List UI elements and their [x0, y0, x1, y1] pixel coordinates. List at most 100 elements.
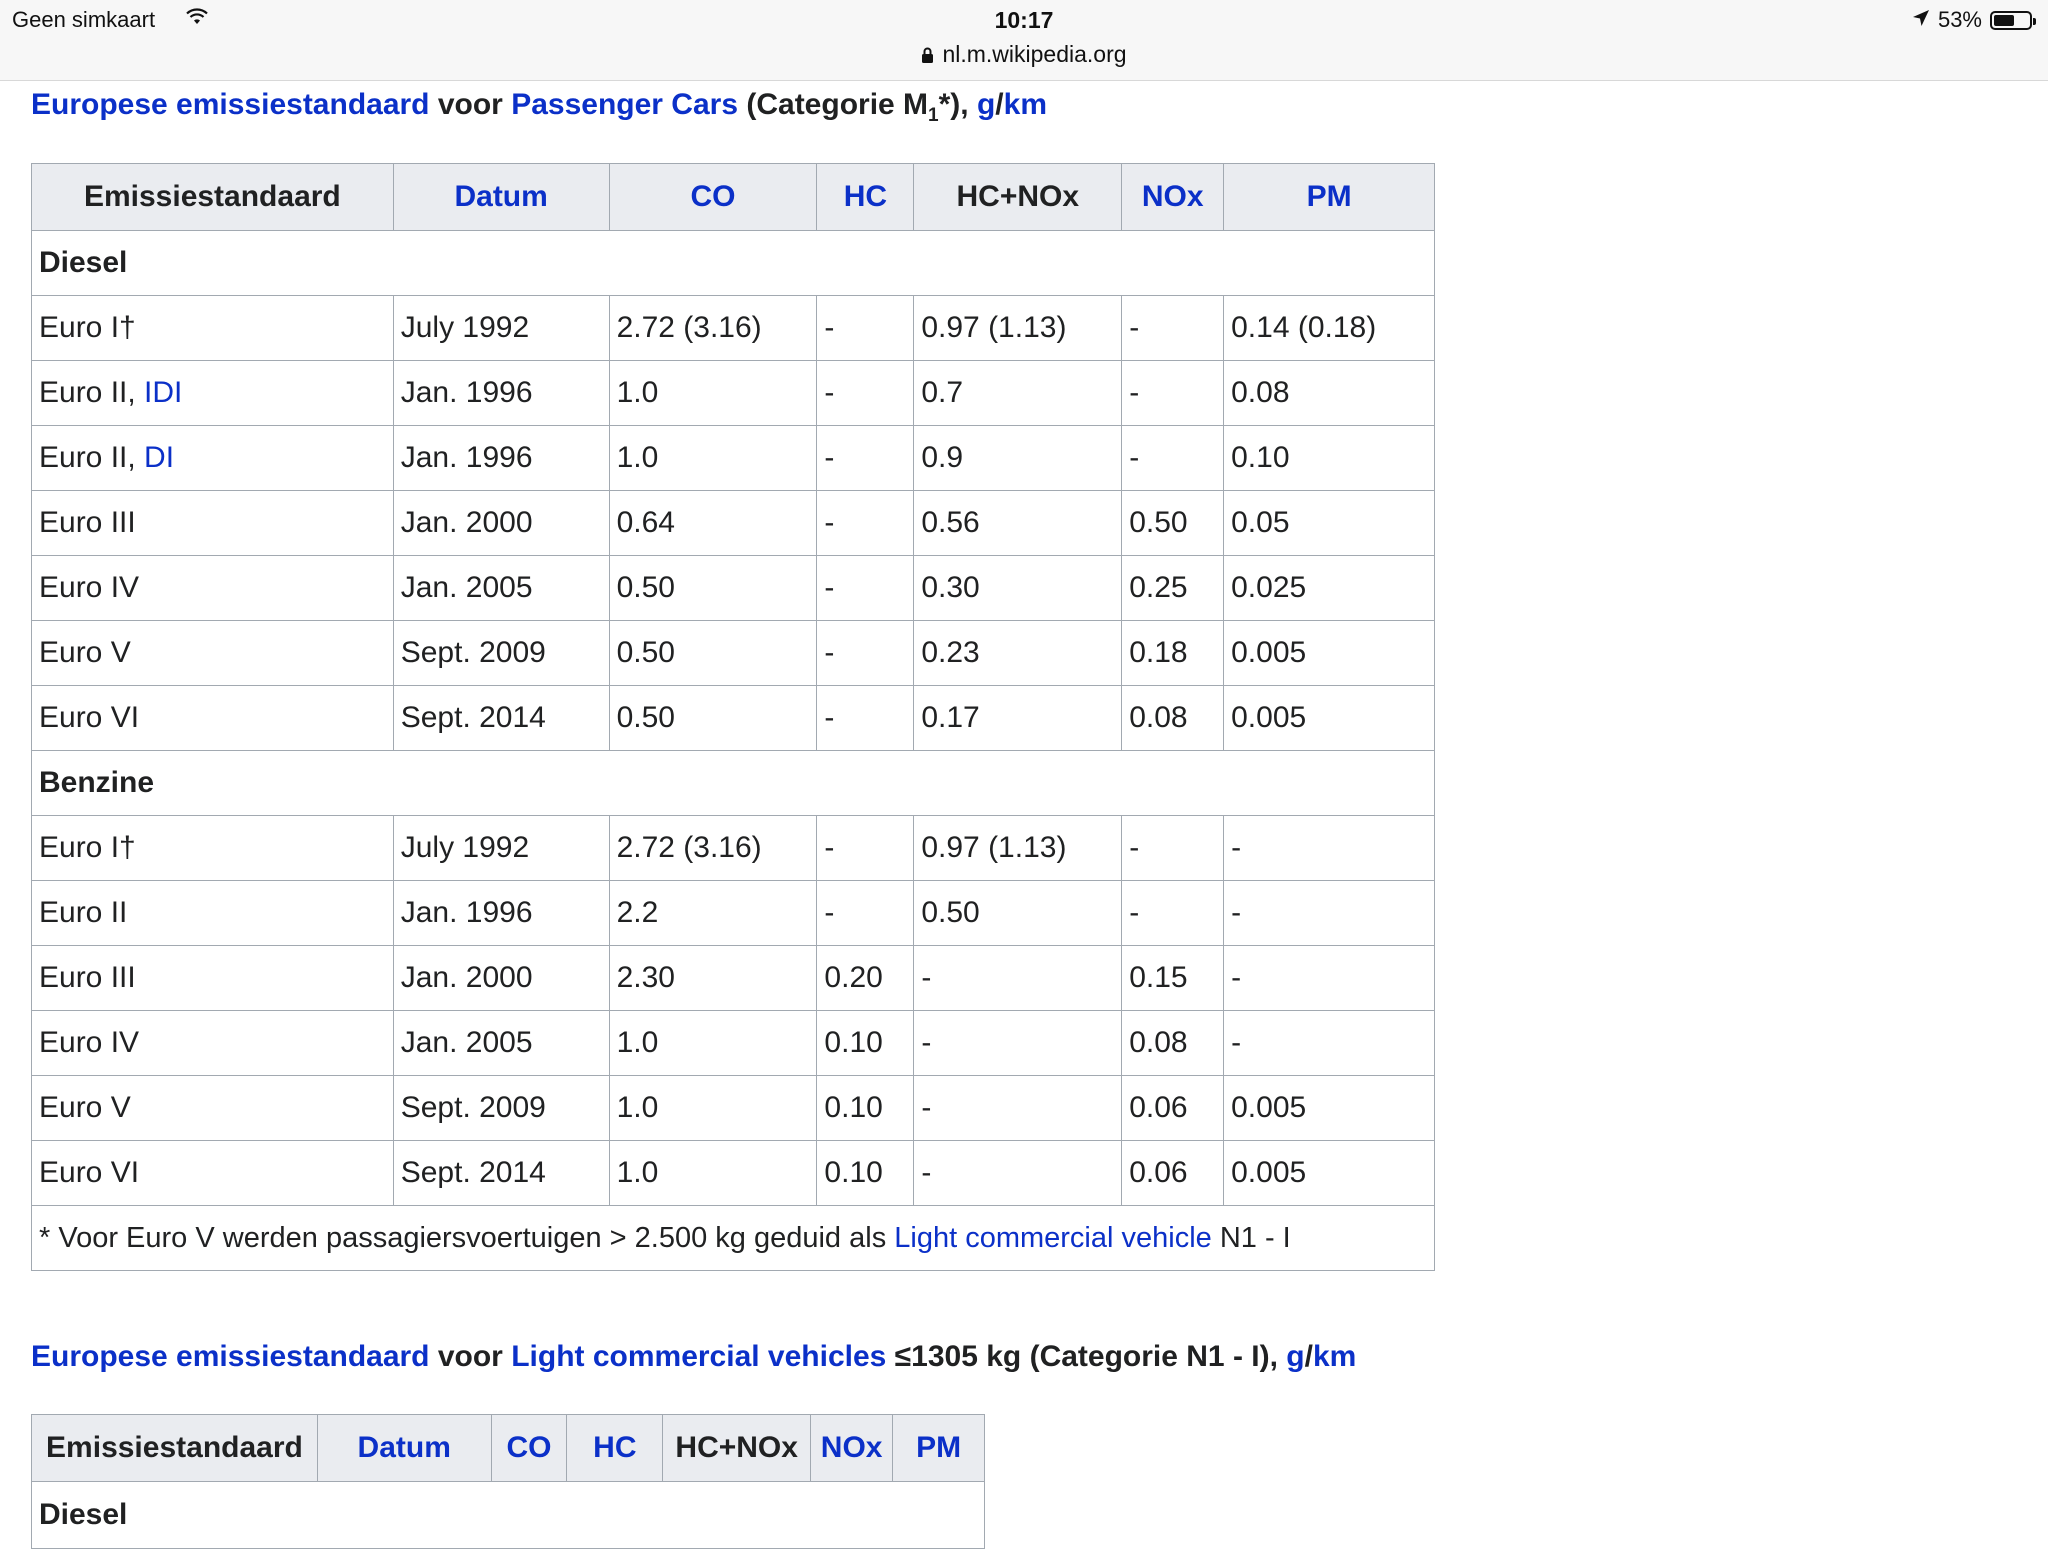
footnote-row: * Voor Euro V werden passagiersvoertuige… [31, 1205, 1435, 1271]
cell-datum: July 1992 [392, 815, 610, 881]
table-row: Euro II Jan. 1996 2.2-0.50- - [31, 880, 1435, 946]
cell-pm: 0.025 [1223, 555, 1435, 621]
cell-datum: Jan. 2000 [392, 945, 610, 1011]
cell-datum: Sept. 2009 [392, 620, 610, 686]
cell-hc: - [816, 490, 915, 556]
link-light-commercial-vehicle[interactable]: Light commercial vehicle [894, 1222, 1212, 1254]
cell-nox: 0.06 [1121, 1140, 1225, 1206]
clock: 10:17 [994, 7, 1054, 33]
section-label-diesel: Diesel [31, 230, 1435, 296]
cell-co: 1.0 [608, 1140, 818, 1206]
table-header-row: Emissiestandaard Datum CO HC HC+NOx NOx … [31, 1414, 985, 1482]
cell-nox: - [1121, 360, 1225, 426]
emission-table-passenger-cars: Emissiestandaard Datum CO HC HC+NOx NOx … [31, 163, 1435, 1271]
cell-hc: - [816, 880, 915, 946]
table-row: Euro IV Jan. 2005 1.0 0.10-0.08- [31, 1010, 1435, 1076]
cell-pm: 0.14 (0.18) [1223, 295, 1435, 361]
cell-emissiestandaard: Euro II [31, 880, 394, 946]
table-row: Euro II, IDI Jan. 1996 1.0-0.7-0.08 [31, 360, 1435, 426]
cell-pm: 0.005 [1223, 620, 1435, 686]
header-pm[interactable]: PM [892, 1414, 985, 1482]
table-caption-light-commercial: Europese emissiestandaard voor Light com… [31, 1340, 1357, 1373]
header-nox[interactable]: NOx [810, 1414, 894, 1482]
header-nox[interactable]: NOx [1121, 163, 1225, 231]
cell-hc: - [816, 425, 915, 491]
url-text: nl.m.wikipedia.org [942, 41, 1127, 67]
cell-emissiestandaard: Euro I† [31, 295, 394, 361]
cell-co: 1.0 [608, 360, 818, 426]
cell-co: 2.72 (3.16) [608, 815, 818, 881]
link-europese-emissiestandaard[interactable]: Europese emissiestandaard [31, 88, 430, 121]
cell-emissiestandaard: Euro II, DI [31, 425, 394, 491]
cell-nox: 0.08 [1121, 685, 1225, 751]
cell-datum: Jan. 2000 [392, 490, 610, 556]
table-row: Euro VI Sept. 2014 1.0 0.10-0.06 0.005 [31, 1140, 1435, 1206]
header-datum[interactable]: Datum [392, 163, 610, 231]
cell-co: 0.64 [608, 490, 818, 556]
header-co[interactable]: CO [490, 1414, 568, 1482]
cell-co: 2.30 [608, 945, 818, 1011]
link-passenger-cars[interactable]: Passenger Cars [511, 88, 738, 121]
cell-nox: - [1121, 880, 1225, 946]
cell-nox: - [1121, 295, 1225, 361]
link-km[interactable]: km [1004, 88, 1047, 121]
cell-hc-nox: 0.56 [913, 490, 1123, 556]
header-hc[interactable]: HC [816, 163, 915, 231]
cell-emissiestandaard: Euro IV [31, 555, 394, 621]
emission-table-light-commercial: Emissiestandaard Datum CO HC HC+NOx NOx … [31, 1414, 985, 1549]
cell-hc-nox: - [913, 945, 1123, 1011]
header-datum[interactable]: Datum [316, 1414, 492, 1482]
cell-emissiestandaard: Euro II, IDI [31, 360, 394, 426]
section-row-diesel: Diesel [31, 230, 1435, 296]
cell-emissiestandaard: Euro III [31, 490, 394, 556]
header-hc[interactable]: HC [566, 1414, 664, 1482]
section-label-benzine: Benzine [31, 750, 1435, 816]
link-g-2[interactable]: g [1286, 1340, 1304, 1373]
link-g[interactable]: g [977, 88, 995, 121]
cell-hc: - [816, 555, 915, 621]
cell-hc-nox: - [913, 1075, 1123, 1141]
section-row-benzine: Benzine [31, 750, 1435, 816]
cell-nox: 0.08 [1121, 1010, 1225, 1076]
table-row: Euro V Sept. 2009 0.50-0.23 0.18 0.005 [31, 620, 1435, 686]
cell-emissiestandaard: Euro VI [31, 685, 394, 751]
cell-emissiestandaard: Euro VI [31, 1140, 394, 1206]
cell-co: 2.72 (3.16) [608, 295, 818, 361]
header-pm[interactable]: PM [1223, 163, 1435, 231]
cell-co: 0.50 [608, 555, 818, 621]
cell-emissiestandaard: Euro V [31, 1075, 394, 1141]
table-caption-passenger-cars: Europese emissiestandaard voor Passenger… [31, 88, 1047, 126]
status-bar: Geen simkaart 10:17 nl.m.wikipedia.org 5… [0, 0, 2048, 81]
link-km-2[interactable]: km [1313, 1340, 1356, 1373]
location-arrow-icon [1912, 7, 1930, 33]
header-hc-nox: HC+NOx [913, 163, 1123, 231]
cell-pm: 0.005 [1223, 685, 1435, 751]
table-row: Euro VI Sept. 2014 0.50-0.17 0.08 0.005 [31, 685, 1435, 751]
cell-pm: 0.05 [1223, 490, 1435, 556]
cell-hc-nox: - [913, 1010, 1123, 1076]
cell-pm: - [1223, 880, 1435, 946]
cell-pm: 0.08 [1223, 360, 1435, 426]
link-light-commercial-vehicles[interactable]: Light commercial vehicles [511, 1340, 886, 1373]
battery-percentage: 53% [1937, 7, 1982, 32]
table-row: Euro IV Jan. 2005 0.50-0.30 0.25 0.025 [31, 555, 1435, 621]
address-bar[interactable]: nl.m.wikipedia.org [0, 41, 2048, 70]
cell-co: 2.2 [608, 880, 818, 946]
link-idi[interactable]: IDI [144, 376, 182, 409]
cell-hc-nox: 0.50 [913, 880, 1123, 946]
link-di[interactable]: DI [144, 441, 174, 474]
cell-nox: - [1121, 815, 1225, 881]
cell-pm: 0.005 [1223, 1140, 1435, 1206]
cell-hc: - [816, 685, 915, 751]
cell-hc-nox: - [913, 1140, 1123, 1206]
cell-hc-nox: 0.97 (1.13) [913, 815, 1123, 881]
cell-hc-nox: 0.23 [913, 620, 1123, 686]
header-co[interactable]: CO [608, 163, 818, 231]
cell-nox: 0.06 [1121, 1075, 1225, 1141]
cell-hc: 0.20 [816, 945, 915, 1011]
cell-hc-nox: 0.97 (1.13) [913, 295, 1123, 361]
cell-co: 0.50 [608, 620, 818, 686]
link-europese-emissiestandaard-2[interactable]: Europese emissiestandaard [31, 1340, 430, 1373]
cell-emissiestandaard: Euro I† [31, 815, 394, 881]
table-header-row: Emissiestandaard Datum CO HC HC+NOx NOx … [31, 163, 1435, 231]
